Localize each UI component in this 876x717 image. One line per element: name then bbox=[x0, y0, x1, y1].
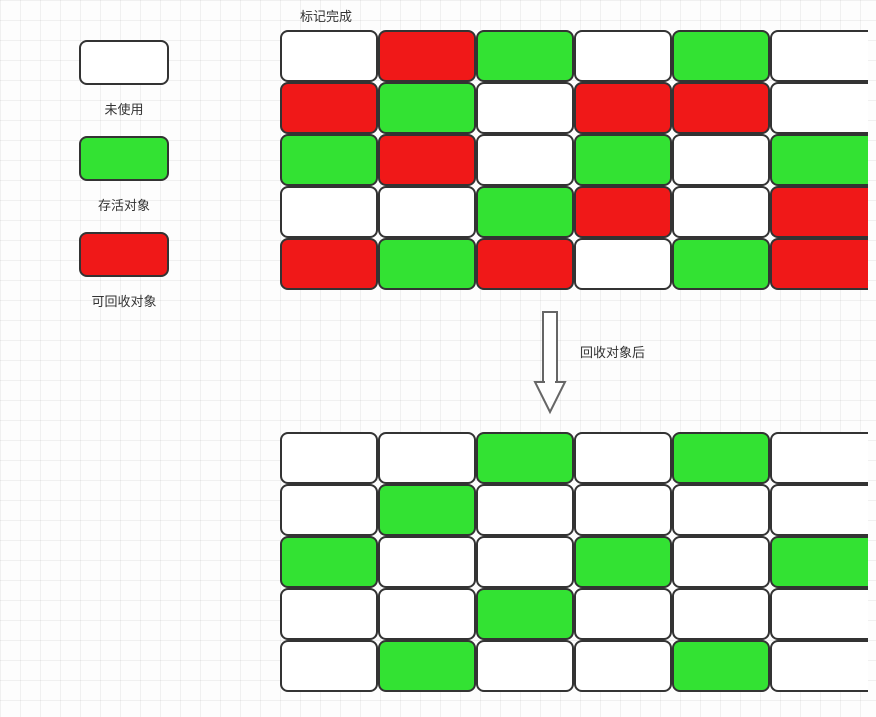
grid-before-cell bbox=[672, 238, 770, 290]
grid-after-cell bbox=[476, 484, 574, 536]
grid-after-cell bbox=[280, 588, 378, 640]
grid-after-cell bbox=[280, 640, 378, 692]
grid-before-cell bbox=[672, 186, 770, 238]
grid-before-cell bbox=[476, 30, 574, 82]
grid-before-cell bbox=[378, 134, 476, 186]
legend-swatch-alive bbox=[79, 136, 169, 181]
legend-label-alive: 存活对象 bbox=[44, 195, 204, 214]
legend-swatch-recyclable bbox=[79, 232, 169, 277]
grid-after-cell bbox=[280, 432, 378, 484]
legend-label-unused: 未使用 bbox=[44, 99, 204, 118]
grid-before-cell bbox=[672, 30, 770, 82]
grid-before-cell bbox=[280, 134, 378, 186]
grid-before-cell bbox=[574, 82, 672, 134]
grid-before-cell bbox=[574, 134, 672, 186]
grid-after-cell bbox=[378, 640, 476, 692]
grid-after-cell bbox=[476, 536, 574, 588]
grid-before-cell bbox=[476, 186, 574, 238]
grid-after-cell bbox=[378, 432, 476, 484]
arrow-label: 回收对象后 bbox=[580, 342, 645, 361]
grid-after-cell bbox=[672, 640, 770, 692]
grid-before-cell bbox=[476, 82, 574, 134]
grid-before-title: 标记完成 bbox=[300, 6, 352, 25]
grid-after-cell bbox=[672, 432, 770, 484]
grid-after-cell bbox=[280, 484, 378, 536]
grid-before-cell bbox=[770, 238, 868, 290]
grid-before-cell bbox=[280, 30, 378, 82]
grid-before-cell bbox=[378, 186, 476, 238]
grid-before-cell bbox=[672, 82, 770, 134]
grid-before-cell bbox=[574, 238, 672, 290]
grid-before-cell bbox=[378, 82, 476, 134]
grid-after-cell bbox=[574, 588, 672, 640]
grid-after-cell bbox=[574, 432, 672, 484]
grid-before bbox=[280, 30, 868, 290]
grid-after-cell bbox=[574, 640, 672, 692]
grid-before-cell bbox=[378, 30, 476, 82]
grid-before-cell bbox=[770, 82, 868, 134]
grid-after-cell bbox=[280, 536, 378, 588]
grid-after-cell bbox=[672, 536, 770, 588]
grid-before-cell bbox=[770, 30, 868, 82]
grid-before-cell bbox=[280, 82, 378, 134]
grid-after-cell bbox=[770, 484, 868, 536]
grid-after-cell bbox=[476, 640, 574, 692]
grid-before-cell bbox=[770, 186, 868, 238]
legend-item-unused: 未使用 bbox=[44, 40, 204, 118]
grid-before-cell bbox=[476, 238, 574, 290]
grid-after-cell bbox=[770, 588, 868, 640]
grid-after-cell bbox=[770, 536, 868, 588]
grid-after-cell bbox=[574, 484, 672, 536]
grid-after-cell bbox=[476, 588, 574, 640]
grid-after-cell bbox=[770, 432, 868, 484]
grid-after-cell bbox=[378, 588, 476, 640]
grid-after-cell bbox=[378, 536, 476, 588]
legend-label-recyclable: 可回收对象 bbox=[44, 291, 204, 310]
legend-item-recyclable: 可回收对象 bbox=[44, 232, 204, 310]
grid-after-cell bbox=[378, 484, 476, 536]
grid-after-cell bbox=[574, 536, 672, 588]
grid-after-cell bbox=[770, 640, 868, 692]
legend-panel: 未使用 存活对象 可回收对象 bbox=[44, 40, 204, 328]
grid-before-cell bbox=[770, 134, 868, 186]
legend-swatch-unused bbox=[79, 40, 169, 85]
grid-before-cell bbox=[280, 238, 378, 290]
grid-before-cell bbox=[672, 134, 770, 186]
grid-after-cell bbox=[672, 588, 770, 640]
grid-before-cell bbox=[280, 186, 378, 238]
grid-after-cell bbox=[672, 484, 770, 536]
grid-after-cell bbox=[476, 432, 574, 484]
grid-before-cell bbox=[378, 238, 476, 290]
grid-before-cell bbox=[574, 30, 672, 82]
legend-item-alive: 存活对象 bbox=[44, 136, 204, 214]
grid-before-cell bbox=[574, 186, 672, 238]
grid-after bbox=[280, 432, 868, 692]
grid-before-cell bbox=[476, 134, 574, 186]
arrow-down-icon bbox=[530, 308, 570, 418]
